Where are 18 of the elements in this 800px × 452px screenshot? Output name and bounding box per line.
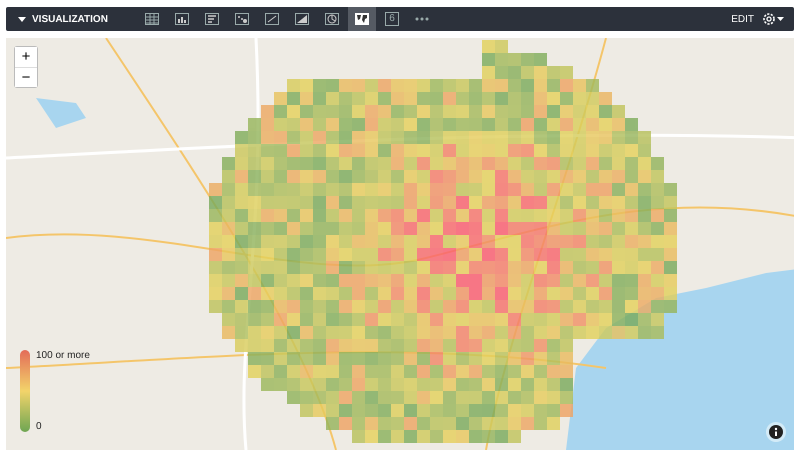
scatter-chart-icon: [235, 13, 249, 25]
toolbar-title: VISUALIZATION: [32, 14, 108, 24]
table-icon: [145, 13, 159, 25]
edit-button[interactable]: EDIT: [729, 12, 756, 26]
settings-icon: [762, 12, 786, 26]
line-chart-icon: [265, 13, 279, 25]
column-chart-icon: [175, 13, 189, 25]
zoom-out-button[interactable]: −: [15, 67, 37, 87]
legend-max-label: 100 or more: [36, 350, 90, 361]
caret-icon: [18, 16, 26, 22]
settings-button[interactable]: [762, 12, 786, 26]
info-icon: [769, 425, 783, 439]
ellipsis-icon: [415, 17, 429, 21]
area-chart-icon: [295, 13, 309, 25]
legend-min-label: 0: [36, 421, 43, 432]
map-chart-button[interactable]: [348, 7, 376, 31]
bar-chart-icon: [205, 13, 219, 25]
pie-chart-icon: [325, 13, 339, 25]
